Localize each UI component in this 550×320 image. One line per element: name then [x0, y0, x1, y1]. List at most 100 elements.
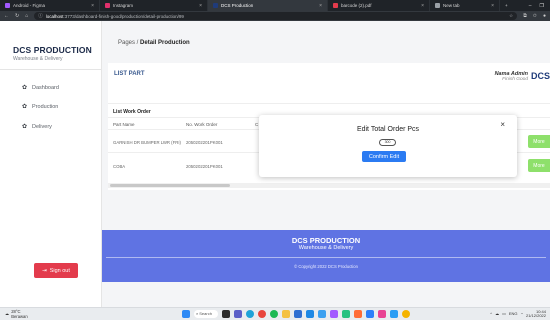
figma-icon [5, 3, 10, 8]
window-controls: – ❐ [529, 3, 550, 9]
brand: DCS PRODUCTION Warehouse & Delivery [13, 45, 93, 62]
scrollbar-thumb[interactable] [110, 184, 230, 187]
edge-icon[interactable] [246, 309, 254, 318]
weather-widget[interactable]: ☁ 28°C Berawan [5, 309, 28, 319]
column-header-part-name: Part Name [113, 122, 135, 127]
breadcrumb: Pages / Detail Production [118, 40, 190, 46]
tab-label: barcode (2).pdf [341, 3, 372, 8]
reload-icon[interactable]: ↻ [15, 13, 19, 19]
close-icon[interactable]: × [91, 3, 94, 9]
figma-icon[interactable] [330, 309, 338, 318]
total-order-input[interactable]: 300 [379, 139, 396, 146]
photos-icon[interactable] [378, 309, 386, 318]
checkmark-icon[interactable] [318, 309, 326, 318]
divider [106, 257, 546, 258]
divider [0, 69, 101, 70]
file-explorer-icon[interactable] [282, 309, 290, 318]
mail-icon[interactable] [366, 309, 374, 318]
date: 21/12/2022 [525, 313, 546, 319]
close-icon[interactable]: × [421, 3, 424, 9]
admin-role: Finish Good [502, 77, 528, 82]
chevron-up-icon[interactable]: ^ [490, 311, 492, 316]
sidebar-item-delivery[interactable]: ✿ Delivery [22, 123, 52, 131]
horizontal-scrollbar[interactable] [108, 183, 550, 188]
palette-icon: ✿ [22, 104, 28, 110]
cell-work-order: 2050202201PK001 [186, 140, 223, 145]
confirm-edit-button[interactable]: Confirm Edit [362, 151, 406, 162]
back-icon[interactable]: ← [4, 13, 9, 19]
cell-part-name: GARNISH DR BUMPER LWR (FRI) [113, 140, 181, 145]
sidebar-item-label: Production [32, 103, 59, 110]
windows-start-icon[interactable] [182, 309, 190, 318]
close-icon[interactable]: × [491, 3, 494, 9]
tab-label: Android - Figma [13, 3, 46, 8]
maximize-icon[interactable]: ❐ [540, 3, 544, 9]
language-indicator[interactable]: ENG [509, 311, 518, 316]
column-header-work-order: No. Work Order [186, 122, 218, 127]
app-icon[interactable] [342, 309, 350, 318]
tab-dcs-production[interactable]: DCS Production × [208, 0, 328, 11]
browser-toolbar: ← ↻ ⌂ ⓘ localhost:3773/dashboard-finish-… [0, 11, 550, 21]
home-icon[interactable]: ⌂ [25, 13, 28, 19]
header-card: LIST PART Nama Admin Finish Good DCS [108, 63, 550, 103]
system-tray: ^ ☁ ▭ ENG ◔ 10:44 21/12/2022 [490, 309, 546, 319]
tab-new-tab[interactable]: New tab × [430, 0, 500, 11]
edit-order-modal: Edit Total Order Pcs × 300 Confirm Edit [259, 115, 517, 177]
favorites-icon[interactable]: ✩ [533, 13, 537, 19]
spotify-icon[interactable] [270, 309, 278, 318]
sign-out-button[interactable]: ⇥ Sign out [34, 263, 78, 278]
tab-instagram[interactable]: Instagram × [100, 0, 208, 11]
sidebar-item-production[interactable]: ✿ Production [22, 103, 59, 111]
close-icon[interactable]: × [500, 120, 505, 129]
pictures-icon[interactable] [390, 309, 398, 318]
address-bar[interactable]: ⓘ localhost:3773/dashboard-finish-good/p… [34, 12, 518, 20]
store-icon[interactable] [294, 309, 302, 318]
footer-subtitle: Warehouse & Delivery [298, 245, 354, 251]
battery-icon[interactable]: ▭ [502, 311, 506, 316]
new-tab-button[interactable]: + [500, 0, 513, 11]
vscode-icon[interactable] [306, 309, 314, 318]
sidebar-item-label: Delivery [32, 123, 52, 130]
breadcrumb-root[interactable]: Pages / [118, 40, 138, 46]
brand-title: DCS PRODUCTION [13, 45, 92, 55]
cloud-icon: ☁ [5, 311, 10, 317]
close-icon[interactable]: × [319, 3, 322, 9]
postman-icon[interactable] [354, 309, 362, 318]
taskbar-search[interactable]: ⌕ Search [194, 309, 218, 318]
wifi-icon[interactable]: ◔ [521, 311, 523, 316]
pdf-icon [333, 3, 338, 8]
brand-subtitle: Warehouse & Delivery [13, 56, 63, 62]
star-icon[interactable]: ☆ [509, 13, 513, 19]
cloud-sync-icon[interactable]: ☁ [495, 311, 499, 316]
tab-label: Instagram [113, 3, 134, 8]
tab-barcode-pdf[interactable]: barcode (2).pdf × [328, 0, 430, 11]
task-view-icon[interactable] [222, 309, 230, 318]
cell-part-name: COBA [113, 164, 126, 169]
sidebar-item-dashboard[interactable]: ✿ Dashboard [22, 84, 59, 92]
more-button[interactable]: More [528, 135, 550, 148]
instagram-icon [105, 3, 110, 8]
table-title: List Work Order [113, 109, 151, 115]
section-title: LIST PART [114, 71, 145, 77]
taskbar-apps: ⌕ Search [182, 309, 410, 318]
chrome-icon[interactable] [258, 309, 266, 318]
close-icon[interactable]: × [199, 3, 202, 9]
info-icon[interactable]: ⓘ [38, 13, 43, 19]
minimize-icon[interactable]: – [529, 3, 532, 9]
palette-icon: ✿ [22, 85, 28, 91]
sign-out-label: Sign out [49, 267, 70, 274]
profile-icon[interactable]: ● [543, 13, 546, 19]
chrome-canary-icon[interactable] [402, 309, 410, 318]
clock[interactable]: 10:44 21/12/2022 [525, 309, 546, 319]
sidebar: DCS PRODUCTION Warehouse & Delivery ✿ Da… [0, 21, 102, 307]
chat-icon[interactable] [234, 309, 242, 318]
sidebar-item-label: Dashboard [32, 84, 59, 91]
taskbar: ☁ 28°C Berawan ⌕ Search ^ ☁ ▭ ENG ◔ 10:4… [0, 307, 550, 320]
extensions-icon[interactable]: ⧉ [523, 13, 527, 19]
browser-tab-strip: Android - Figma × Instagram × DCS Produc… [0, 0, 550, 11]
tab-figma[interactable]: Android - Figma × [0, 0, 100, 11]
footer-title: DCS PRODUCTION [291, 236, 361, 245]
more-button[interactable]: More [528, 159, 550, 172]
search-label: Search [199, 311, 212, 316]
search-icon: ⌕ [196, 311, 199, 316]
